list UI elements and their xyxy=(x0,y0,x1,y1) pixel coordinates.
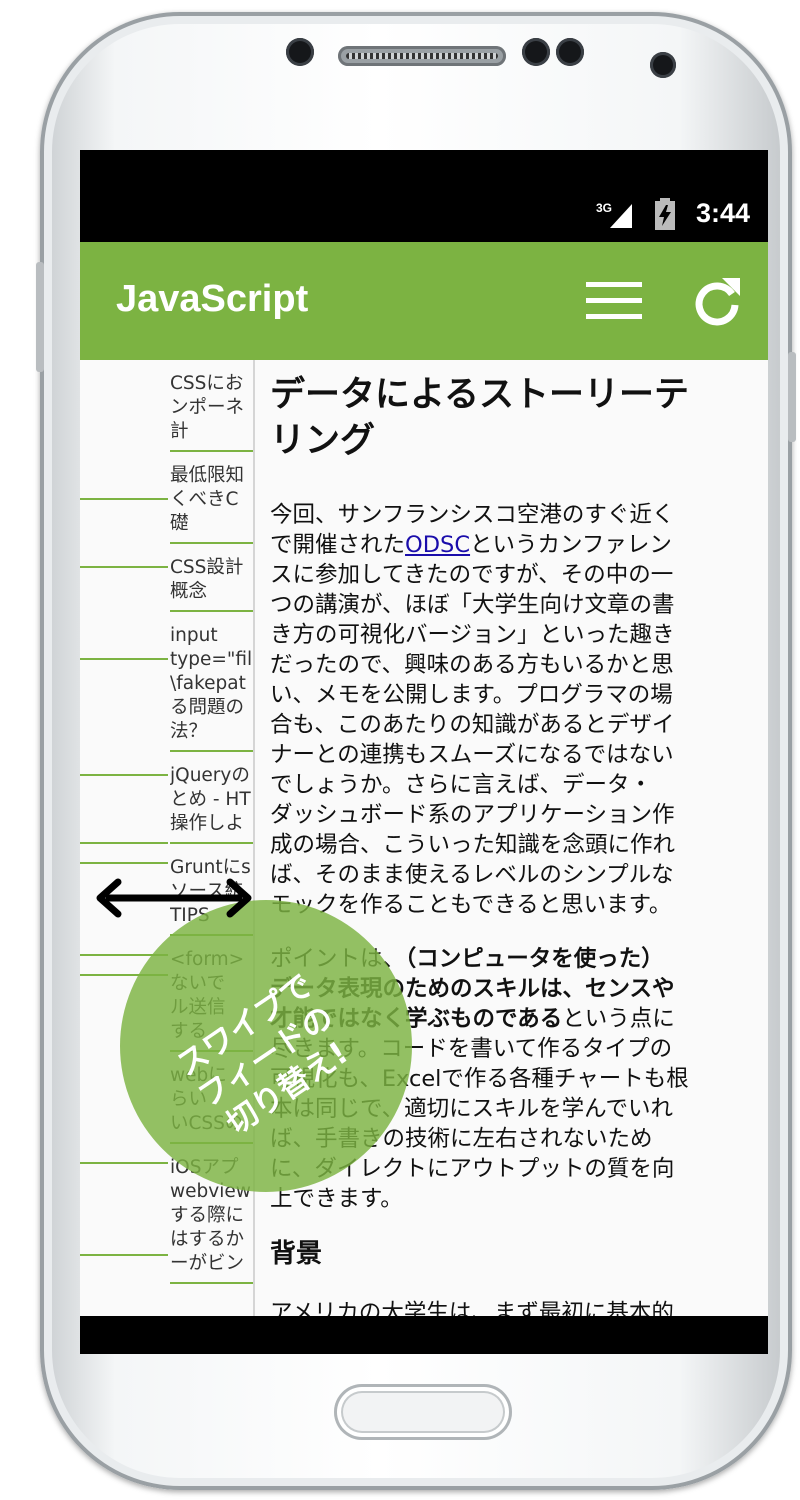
feed-item[interactable]: input type="file \fakepat る問題の 法？ xyxy=(170,612,254,752)
feed-item[interactable]: JS) で ァゲーム xyxy=(80,500,168,568)
article-title: データによるストーリーテ リング xyxy=(270,375,689,461)
sensor-icon xyxy=(522,38,550,66)
home-button[interactable] xyxy=(334,1384,512,1440)
feed-item[interactable]: ptで継 2) xyxy=(80,776,168,844)
battery-charging-icon xyxy=(655,198,675,230)
app-title: JavaScript xyxy=(116,278,309,320)
volume-button xyxy=(36,262,44,372)
status-time: 3:44 xyxy=(695,198,750,228)
feed-item[interactable]: ebpack て - らの次 ップ xyxy=(80,660,168,776)
feed-item[interactable]: CSSにお ンポーネ 計 xyxy=(170,360,254,452)
feed-item[interactable]: CSS設計 概念 xyxy=(170,544,254,612)
feed-column-left[interactable]: ajaxの戻 nでブラ き々なこ せる共通 ァJS) で ァゲームしたほう メソ… xyxy=(80,360,168,1316)
front-sensor-icon xyxy=(286,38,314,66)
refresh-icon[interactable] xyxy=(692,276,742,326)
feed-item[interactable]: jQueryの とめ - HT 操作しよ xyxy=(170,752,254,844)
article-pane[interactable]: データによるストーリーテ リング 今回、サンフランシスコ空港のすぐ近く で開催さ… xyxy=(270,360,750,1316)
sensor-icon xyxy=(556,38,584,66)
svg-text:3G: 3G xyxy=(596,201,612,215)
article-paragraph: 今回、サンフランシスコ空港のすぐ近く で開催されたODSCというカンファレン ス… xyxy=(270,500,750,920)
feed-item[interactable]: 最低限知 くべきC 礎 xyxy=(170,452,254,544)
feed-item[interactable]: したほう メソッド 2列 xyxy=(80,568,168,660)
feed-item[interactable] xyxy=(80,844,168,864)
signal-icon: 3G xyxy=(596,201,632,228)
feed-item[interactable]: コピペ ！Ajax ングの xyxy=(80,1164,168,1256)
feed-item[interactable]: ajaxの戻 nでブラ き々なこ せる共通 ァ xyxy=(80,360,168,500)
app-bar: JavaScript xyxy=(80,242,768,360)
double-arrow-icon xyxy=(96,878,252,918)
article-heading: 背景 xyxy=(270,1239,323,1269)
paragraph-text: というカンファレン スに参加してきたのですが、その中の一 つの講演が、ほぼ「大学… xyxy=(270,532,676,918)
earpiece-speaker xyxy=(338,46,506,66)
power-button xyxy=(788,352,796,442)
article-paragraph: アメリカの大学生は、まず最初に基本的 xyxy=(270,1300,674,1316)
hamburger-menu-icon[interactable] xyxy=(586,280,642,322)
status-bar: 3G 3:44 xyxy=(80,150,768,242)
front-camera-icon xyxy=(650,52,676,78)
odsc-link[interactable]: ODSC xyxy=(405,532,470,558)
navigation-bar xyxy=(80,1316,768,1354)
